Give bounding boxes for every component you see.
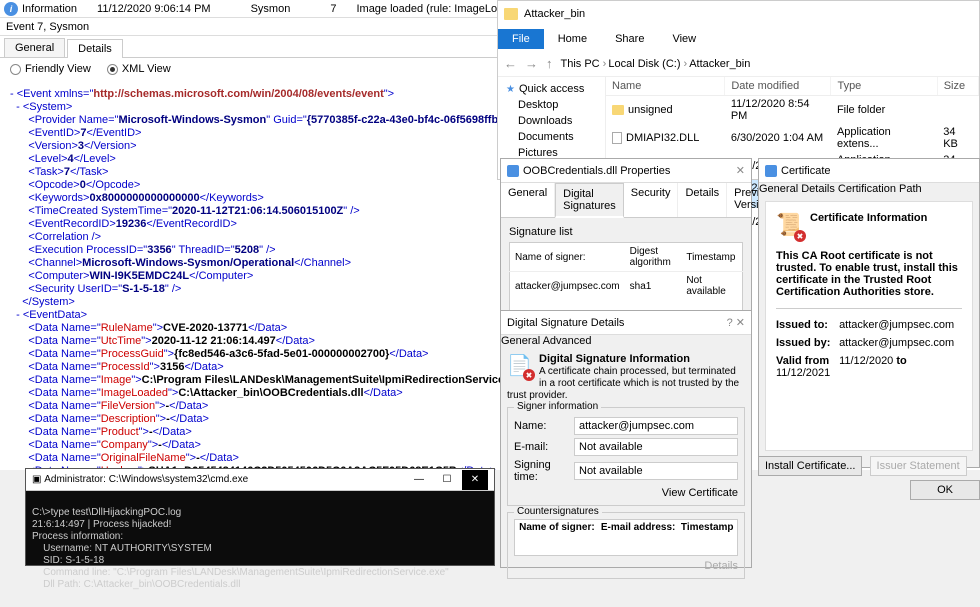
cert-titlebar[interactable]: Certificate [759,159,979,183]
countersignatures-group: Countersignatures Name of signer:E-mail … [507,512,745,579]
signer-info-group: Signer information Name:attacker@jumpsec… [507,407,745,506]
countersig-table[interactable]: Name of signer:E-mail address:Timestamp [514,519,738,556]
explorer-addressbar: ← → ↑ This PC Local Disk (C:) Attacker_b… [498,51,979,77]
breadcrumb[interactable]: This PC Local Disk (C:) Attacker_bin [561,58,974,70]
certificate-untrusted-icon [776,212,804,242]
event-source: Sysmon [231,3,311,15]
close-button[interactable]: ✕ [462,470,488,490]
install-certificate-button[interactable]: Install Certificate... [758,456,862,476]
sigdet-message: A certificate chain processed, but termi… [507,366,739,401]
signing-time: Not available [574,462,738,480]
nav-desktop[interactable]: Desktop [498,97,605,113]
close-icon[interactable]: ✕ [736,316,745,329]
nav-documents[interactable]: Documents [498,129,605,145]
cmd-body: C:\>type test\DllHijackingPOC.log 21:6:1… [26,491,494,607]
info-icon: i [4,2,18,16]
cert-message: This CA Root certificate is not trusted.… [776,250,958,298]
ok-button[interactable]: OK [910,480,980,500]
maximize-button[interactable]: ☐ [434,470,460,490]
sigdet-titlebar[interactable]: Digital Signature Details ? ✕ [501,311,751,335]
event-task: Image loaded (rule: ImageLoad) [356,3,513,15]
explorer-window[interactable]: Attacker_bin File Home Share View ← → ↑ … [497,0,980,180]
ribbon-view[interactable]: View [658,29,710,49]
certificate-error-icon [507,353,533,379]
ribbon-home[interactable]: Home [544,29,601,49]
tab-digital-signatures[interactable]: Digital Signatures [555,183,624,218]
signature-row[interactable]: attacker@jumpsec.comsha1Not available [510,272,743,301]
nav-quick-access[interactable]: ★Quick access [498,81,605,97]
issued-by: attacker@jumpsec.com [839,337,954,349]
help-icon[interactable]: ? [727,317,733,329]
dll-icon [612,132,622,144]
certificate-dialog[interactable]: Certificate General Details Certificatio… [758,158,980,468]
tab-details[interactable]: Details [801,183,835,195]
cmd-icon: ▣ [32,474,41,485]
ribbon-file[interactable]: File [498,29,544,49]
signer-email: Not available [574,438,738,456]
properties-titlebar[interactable]: OOBCredentials.dll Properties ✕ [501,159,751,183]
tab-advanced[interactable]: Advanced [543,335,592,347]
close-icon[interactable]: ✕ [736,164,745,177]
issuer-statement-button: Issuer Statement [870,456,967,476]
radio-friendly[interactable]: Friendly View [10,63,91,75]
nav-up-icon[interactable]: ↑ [546,56,553,71]
explorer-ribbon: File Home Share View [498,27,979,51]
sigdet-title: Digital Signature Details [507,317,624,329]
cmd-title: Administrator: C:\Windows\system32\cmd.e… [44,474,248,485]
properties-tabs: General Digital Signatures Security Deta… [501,183,751,218]
minimize-button[interactable]: — [406,470,432,490]
nav-downloads[interactable]: Downloads [498,113,605,129]
cert-buttons: Install Certificate... Issuer Statement … [758,460,980,496]
file-row[interactable]: DMIAPI32.DLL6/30/2020 1:04 AMApplication… [606,124,979,152]
explorer-titlebar[interactable]: Attacker_bin [498,1,979,27]
certificate-icon [765,165,777,177]
signature-list-label: Signature list [509,226,743,238]
shield-icon [507,165,519,177]
tab-details[interactable]: Details [678,183,727,217]
signature-details-dialog[interactable]: Digital Signature Details ? ✕ General Ad… [500,310,752,568]
window-controls: — ☐ ✕ [406,470,488,490]
cert-title: Certificate [781,165,831,177]
col-modified[interactable]: Date modified [725,77,831,96]
tab-general[interactable]: General [501,183,555,217]
event-date: 11/12/2020 9:06:14 PM [77,3,231,15]
issued-to: attacker@jumpsec.com [839,319,954,331]
countersig-details-button: Details [704,560,738,572]
ribbon-share[interactable]: Share [601,29,658,49]
event-id: 7 [310,3,356,15]
nav-forward-icon[interactable]: → [525,56,538,71]
tab-details[interactable]: Details [67,39,123,58]
tab-general[interactable]: General [759,183,798,195]
tab-certpath[interactable]: Certification Path [838,183,922,195]
file-row[interactable]: unsigned11/12/2020 8:54 PMFile folder [606,96,979,125]
sigdet-heading: Digital Signature Information [539,353,690,365]
cmd-titlebar[interactable]: ▣ Administrator: C:\Windows\system32\cmd… [26,469,494,491]
col-size[interactable]: Size [937,77,978,96]
tab-general[interactable]: General [501,335,540,347]
folder-icon [612,105,624,115]
col-name[interactable]: Name [606,77,725,96]
nav-back-icon[interactable]: ← [504,56,517,71]
star-icon: ★ [506,84,515,95]
explorer-title: Attacker_bin [524,8,585,20]
tab-general[interactable]: General [4,38,65,57]
signer-name: attacker@jumpsec.com [574,417,738,435]
cert-heading: Certificate Information [810,212,927,224]
view-certificate-button[interactable]: View Certificate [662,487,738,499]
properties-title: OOBCredentials.dll Properties [523,165,670,177]
cmd-window[interactable]: ▣ Administrator: C:\Windows\system32\cmd… [25,468,495,566]
tab-security[interactable]: Security [624,183,679,217]
folder-icon [504,8,518,20]
col-type[interactable]: Type [831,77,937,96]
event-level: Information [22,3,77,15]
radio-xml[interactable]: XML View [107,63,171,75]
